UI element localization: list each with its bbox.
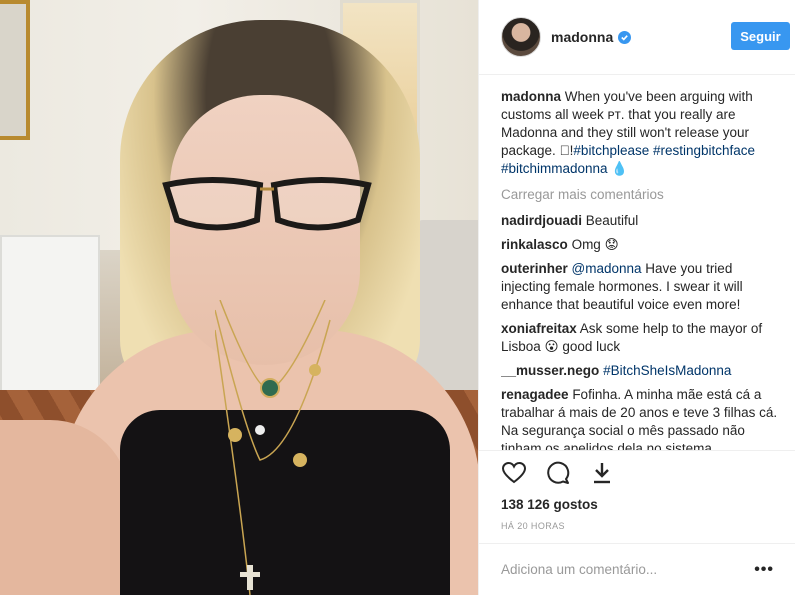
comment-username[interactable]: renagadee <box>501 387 569 402</box>
list-item: xoniafreitax Ask some help to the mayor … <box>501 320 783 356</box>
comment-username[interactable]: nadirdjouadi <box>501 213 582 228</box>
comments-list[interactable]: madonna When you've been arguing with cu… <box>501 88 783 450</box>
likes-count[interactable]: 138 126 gostos <box>501 497 598 512</box>
comment-username[interactable]: __musser.nego <box>501 363 599 378</box>
photo-cabinet <box>0 235 100 395</box>
list-item: nadirdjouadi Beautiful <box>501 212 783 230</box>
avatar[interactable] <box>501 17 541 57</box>
heart-icon[interactable] <box>501 460 527 486</box>
more-options-icon[interactable]: ••• <box>754 561 774 579</box>
download-icon[interactable] <box>589 460 615 486</box>
photo-chair <box>415 220 478 390</box>
caption-username[interactable]: madonna <box>501 89 561 104</box>
hashtag-link[interactable]: #bitchimmadonna <box>501 161 608 176</box>
load-more-comments-link[interactable]: Carregar mais comentários <box>501 186 783 204</box>
hashtag-link[interactable]: #BitchSheIsMadonna <box>603 363 731 378</box>
comment-bubble-icon[interactable] <box>545 460 571 486</box>
photo-mirror <box>0 0 30 140</box>
verified-badge-icon <box>618 30 632 44</box>
list-item: rinkalasco Omg 😟 <box>501 236 783 254</box>
photo-necklaces <box>215 300 331 595</box>
comment-input[interactable] <box>501 562 755 577</box>
follow-button[interactable]: Seguir <box>731 22 790 50</box>
list-item: __musser.nego #BitchSheIsMadonna <box>501 362 783 380</box>
post-photo[interactable] <box>0 0 478 595</box>
photo-glasses <box>162 177 372 231</box>
post-frame: madonna Seguir madonna When you've been … <box>0 0 795 595</box>
mention-link[interactable]: @madonna <box>572 261 642 276</box>
hashtag-link[interactable]: #bitchplease <box>573 143 649 158</box>
header-username[interactable]: madonna <box>551 29 613 45</box>
post-caption: madonna When you've been arguing with cu… <box>501 88 783 178</box>
add-comment-bar: ••• <box>479 543 795 595</box>
list-item: outerinher @madonna Have you tried injec… <box>501 260 783 314</box>
post-timestamp[interactable]: HÁ 20 HORAS <box>501 521 565 531</box>
post-sidebar: madonna Seguir madonna When you've been … <box>478 0 795 595</box>
comment-username[interactable]: rinkalasco <box>501 237 568 252</box>
post-actions <box>479 450 795 494</box>
post-header: madonna Seguir <box>479 0 795 75</box>
list-item: renagadee Fofinha. A minha mãe está cá a… <box>501 386 783 450</box>
comment-username[interactable]: xoniafreitax <box>501 321 577 336</box>
comment-text: Omg 😟 <box>571 237 619 252</box>
comment-username[interactable]: outerinher <box>501 261 568 276</box>
caption-emoji: 💧 <box>607 161 629 176</box>
comment-text: Beautiful <box>585 213 639 228</box>
hashtag-link[interactable]: #restingbitchface <box>653 143 755 158</box>
